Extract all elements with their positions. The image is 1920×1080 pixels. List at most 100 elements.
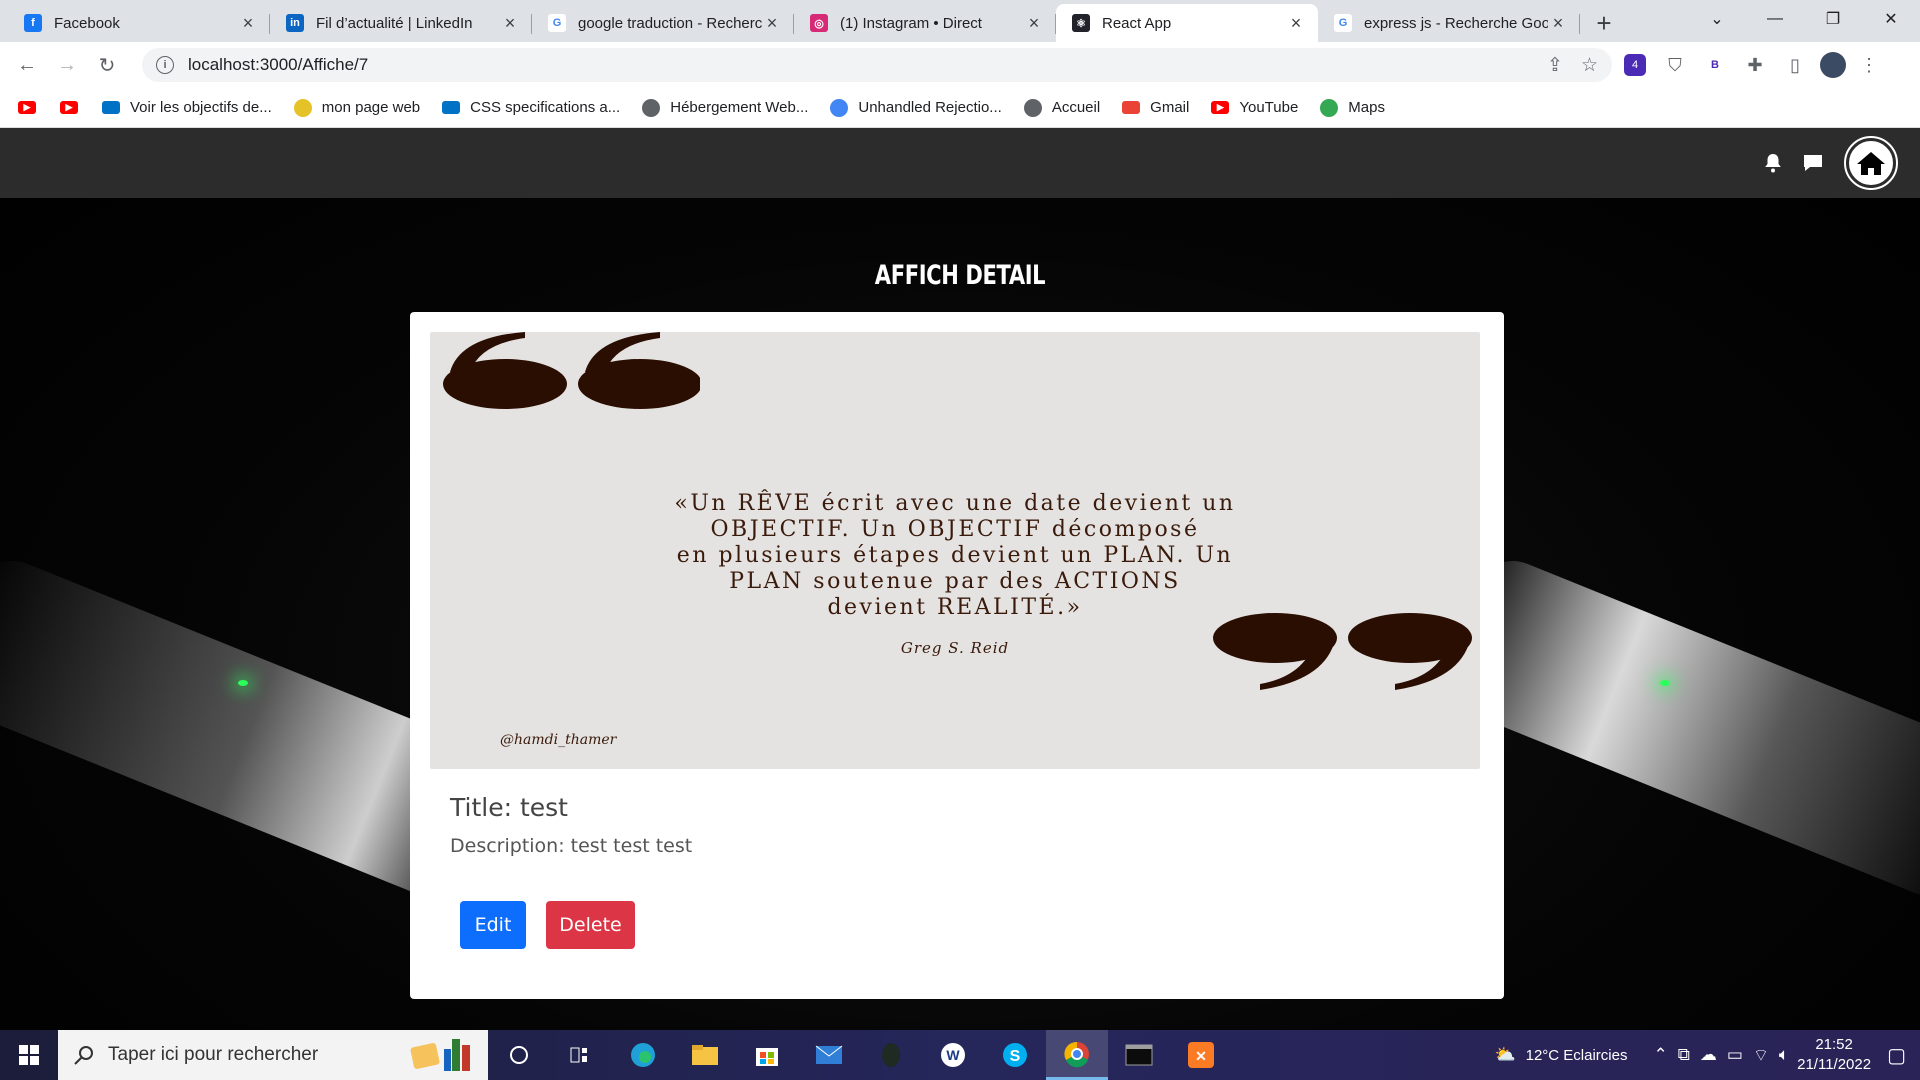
volume-icon[interactable]: 🔈︎: [1779, 1045, 1789, 1065]
browser-tab[interactable]: ◎ (1) Instagram • Direct ×: [794, 4, 1056, 42]
share-icon[interactable]: ⇪: [1547, 54, 1563, 77]
browser-tab[interactable]: f Facebook ×: [8, 4, 270, 42]
system-tray: ⛅ 12°C Eclaircies ⌃ ⧉ ☁ ▭ ⌔ 🔈︎ 21:52 21/…: [1494, 1035, 1920, 1075]
smiley-icon: [293, 98, 312, 117]
microsoft-store-icon[interactable]: [736, 1030, 798, 1080]
open-quote-mark-icon: [443, 332, 700, 409]
browser-tab[interactable]: ⚛ React App ×: [1056, 4, 1318, 42]
bookmark-item[interactable]: ▶: [60, 101, 88, 114]
tab-search-icon[interactable]: ⌄: [1688, 0, 1746, 38]
google-icon: [830, 98, 849, 117]
youtube-icon: ▶: [18, 101, 36, 114]
back-button[interactable]: ←: [10, 48, 44, 82]
quote-author: Greg S. Reid: [900, 639, 1010, 657]
close-window-button[interactable]: ✕: [1862, 0, 1920, 38]
notification-center-icon[interactable]: ▢: [1887, 1043, 1906, 1068]
omnibox[interactable]: i localhost:3000/Affiche/7 ⇪ ☆: [142, 48, 1612, 82]
onedrive-cloud-icon[interactable]: ☁: [1700, 1045, 1717, 1065]
profile-avatar[interactable]: [1820, 52, 1846, 78]
bookmark-item[interactable]: Maps: [1320, 98, 1385, 117]
outlook-icon: [102, 101, 120, 114]
bookmark-label: Gmail: [1150, 99, 1190, 116]
tab-close-icon[interactable]: ×: [238, 13, 258, 34]
card-actions: Edit Delete: [460, 901, 1484, 949]
edit-button[interactable]: Edit: [460, 901, 526, 949]
forward-button[interactable]: →: [50, 48, 84, 82]
bookmark-star-icon[interactable]: ☆: [1581, 54, 1598, 77]
quote-image: «Un RÊVE écrit avec une date devient un …: [430, 332, 1480, 769]
bookmark-item[interactable]: Voir les objectifs de...: [102, 99, 272, 116]
edge-browser-icon[interactable]: [612, 1030, 674, 1080]
minimize-button[interactable]: —: [1746, 0, 1804, 38]
globe-icon: [642, 98, 661, 117]
cortana-icon[interactable]: [488, 1030, 550, 1080]
taskbar-search[interactable]: Taper ici pour rechercher: [58, 1030, 488, 1080]
restore-button[interactable]: ❐: [1804, 0, 1862, 38]
wifi-icon[interactable]: ⌔: [1753, 1045, 1769, 1066]
skype-icon[interactable]: S: [984, 1030, 1046, 1080]
tab-close-icon[interactable]: ×: [1286, 13, 1306, 34]
browser-tab[interactable]: in Fil d’actualité | LinkedIn ×: [270, 4, 532, 42]
site-info-icon[interactable]: i: [156, 56, 174, 74]
start-button[interactable]: [0, 1030, 58, 1080]
puzzle-extensions-icon[interactable]: ✚: [1738, 48, 1772, 82]
tab-close-icon[interactable]: ×: [1024, 13, 1044, 34]
bookmark-item[interactable]: ▶ YouTube: [1211, 99, 1298, 116]
bookmark-label: Hébergement Web...: [670, 99, 809, 116]
clock-time: 21:52: [1815, 1036, 1853, 1053]
battery-icon[interactable]: ▭: [1727, 1045, 1743, 1065]
svg-text:S: S: [1010, 1048, 1021, 1065]
quote-text: «Un RÊVE écrit avec une date devient un …: [430, 491, 1480, 621]
bookmark-item[interactable]: Hébergement Web...: [642, 98, 809, 117]
chrome-icon[interactable]: [1046, 1030, 1108, 1080]
browser-tab[interactable]: Ggoogle traduction - Recherche Google×: [532, 4, 794, 42]
weather-text[interactable]: 12°C Eclaircies: [1526, 1047, 1628, 1064]
bookmark-label: Unhandled Rejectio...: [858, 99, 1002, 116]
shield-extension-icon[interactable]: ⛉: [1658, 48, 1692, 82]
weather-icon[interactable]: ⛅: [1494, 1045, 1515, 1065]
svg-text:✕: ✕: [1195, 1048, 1207, 1064]
tab-close-icon[interactable]: ×: [1548, 13, 1568, 34]
notification-bell-icon[interactable]: [1758, 148, 1788, 178]
bookmark-item[interactable]: mon page web: [293, 98, 421, 117]
windows-taskbar: Taper ici pour rechercher W S ✕ ⛅ 12°C E…: [0, 1030, 1920, 1080]
extension-letter-icon[interactable]: B: [1698, 48, 1732, 82]
bookmark-item[interactable]: Gmail: [1122, 99, 1189, 116]
terminal-icon[interactable]: [1108, 1030, 1170, 1080]
bookmark-item[interactable]: ▶: [18, 101, 46, 114]
task-view-icon[interactable]: [550, 1030, 612, 1080]
delete-button[interactable]: Delete: [546, 901, 635, 949]
bookmark-label: mon page web: [321, 99, 421, 116]
new-tab-button[interactable]: +: [1586, 4, 1622, 42]
top-navbar: [0, 128, 1920, 198]
post-description: Description: test test test: [450, 835, 693, 857]
url-text[interactable]: localhost:3000/Affiche/7: [188, 55, 1529, 75]
tray-device-icon[interactable]: ⧉: [1678, 1045, 1690, 1065]
xampp-icon[interactable]: ✕: [1170, 1030, 1232, 1080]
word-app-icon[interactable]: W: [922, 1030, 984, 1080]
tray-chevron-icon[interactable]: ⌃: [1653, 1045, 1667, 1065]
bookmark-item[interactable]: Accueil: [1023, 98, 1100, 117]
bookmark-label: Maps: [1348, 99, 1385, 116]
clock[interactable]: 21:52 21/11/2022: [1797, 1035, 1871, 1075]
linkedin-icon: in: [286, 14, 304, 32]
instagram-icon: ◎: [810, 14, 828, 32]
home-button[interactable]: [1844, 136, 1898, 190]
dark-app-icon[interactable]: [860, 1030, 922, 1080]
chat-message-icon[interactable]: [1798, 148, 1828, 178]
side-panel-icon[interactable]: ▯: [1778, 48, 1812, 82]
search-placeholder: Taper ici pour rechercher: [108, 1044, 319, 1065]
mail-icon[interactable]: [798, 1030, 860, 1080]
bookmark-item[interactable]: Unhandled Rejectio...: [830, 98, 1002, 117]
bookmark-item[interactable]: CSS specifications a...: [442, 99, 620, 116]
bookmark-label: CSS specifications a...: [470, 99, 621, 116]
tab-close-icon[interactable]: ×: [500, 13, 520, 34]
tab-title: google traduction - Recherche Google: [578, 14, 762, 32]
menu-kebab-icon[interactable]: ⋮: [1852, 48, 1886, 82]
browser-tab[interactable]: Gexpress js - Recherche Google×: [1318, 4, 1580, 42]
extension-icon[interactable]: 4: [1618, 48, 1652, 82]
file-explorer-icon[interactable]: [674, 1030, 736, 1080]
tab-close-icon[interactable]: ×: [762, 13, 782, 34]
reload-button[interactable]: ↻: [90, 48, 124, 82]
globe-icon: [1023, 98, 1042, 117]
